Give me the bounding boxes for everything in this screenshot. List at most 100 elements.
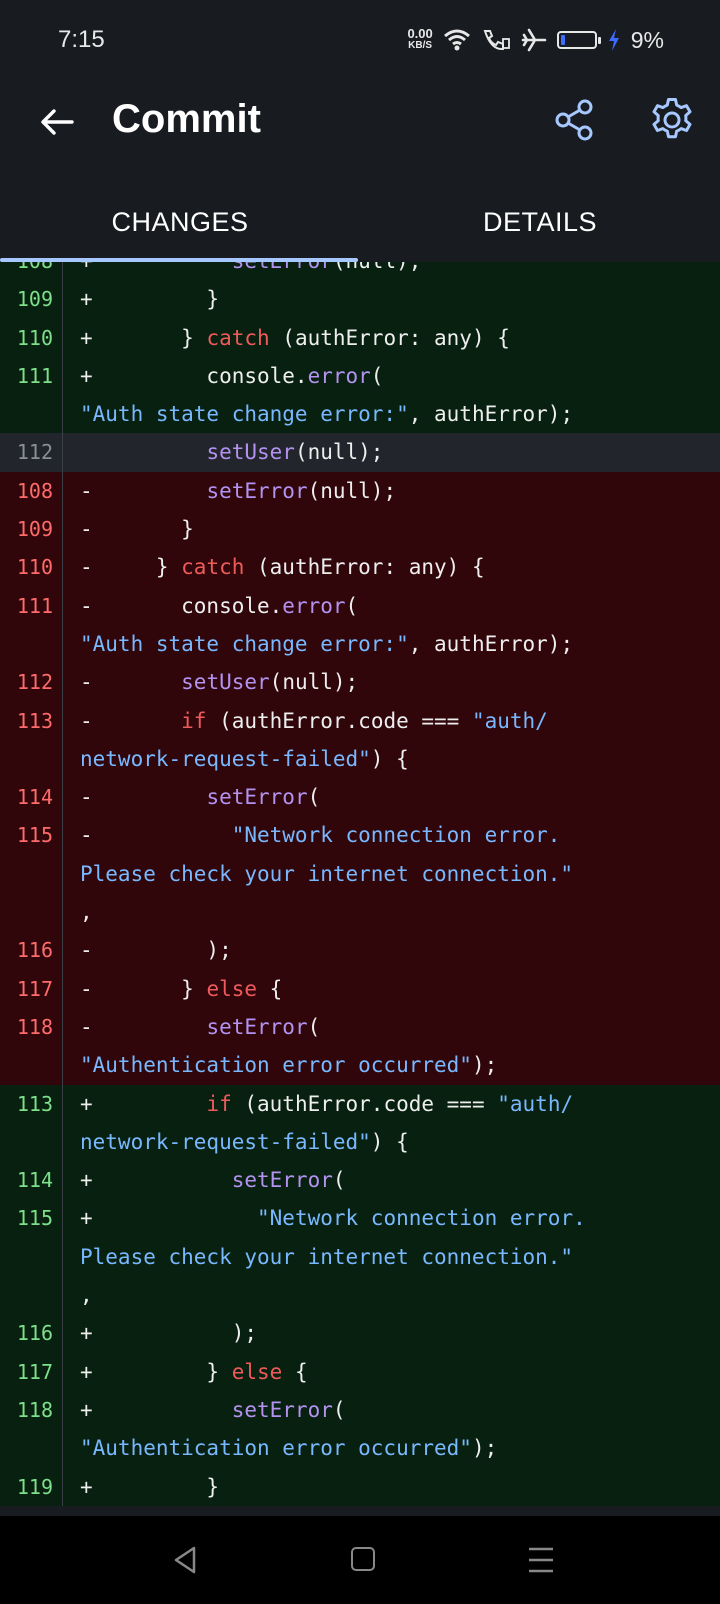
line-number: 117 bbox=[0, 969, 63, 1008]
diff-line-added: 111 + console.error( bbox=[0, 356, 720, 396]
page-title: Commit bbox=[112, 97, 261, 141]
tab-bar: CHANGES DETAILS bbox=[0, 172, 720, 262]
diff-line-removed: 112- setUser(null); bbox=[0, 663, 720, 702]
code-text: + setError(null); bbox=[63, 262, 421, 280]
code-text: - ); bbox=[63, 931, 232, 969]
code-token: , bbox=[80, 900, 93, 925]
code-token: catch bbox=[181, 555, 245, 580]
nav-back-icon[interactable] bbox=[172, 1544, 198, 1576]
status-icons: 0.00 KB/S 9% bbox=[407, 22, 664, 58]
battery-fill bbox=[560, 35, 565, 45]
code-token: (null); bbox=[333, 262, 422, 273]
code-text: + } bbox=[63, 1468, 219, 1506]
code-token: ); bbox=[471, 1436, 498, 1461]
code-text: + console.error( bbox=[63, 357, 383, 395]
share-icon[interactable] bbox=[553, 98, 597, 142]
status-time: 7:15 bbox=[58, 26, 105, 53]
line-number: 113 bbox=[0, 1084, 63, 1123]
line-number: 109 bbox=[0, 280, 63, 319]
diff-line-removed: 109 - } bbox=[0, 510, 720, 549]
diff-line-added: 116 + ); bbox=[0, 1314, 720, 1353]
tab-details[interactable]: DETAILS bbox=[360, 172, 720, 260]
diff-line-removed: 110- } catch (authError: any) { bbox=[0, 548, 720, 587]
code-text: , bbox=[63, 1276, 93, 1314]
code-token: Please check your internet connection." bbox=[80, 861, 574, 886]
code-token: - bbox=[80, 785, 207, 810]
code-text: "Auth state change error:", authError); bbox=[63, 625, 573, 663]
code-token: + bbox=[80, 1168, 232, 1193]
code-text: - setUser(null); bbox=[63, 663, 358, 701]
code-text: Please check your internet connection." bbox=[63, 855, 573, 893]
code-token: + bbox=[80, 1206, 258, 1231]
diff-line-added: 109 + } bbox=[0, 280, 720, 319]
code-token: - ); bbox=[80, 938, 232, 963]
code-token: "auth/ bbox=[471, 708, 548, 733]
code-token: setError bbox=[232, 262, 333, 273]
code-text: Please check your internet connection." bbox=[63, 1238, 573, 1276]
line-number bbox=[0, 1237, 63, 1277]
diff-line-added: 117 + } else { bbox=[0, 1352, 720, 1391]
diff-lines: 108+ setError(null);109+ }110+ } catch (… bbox=[0, 262, 720, 1506]
code-token: (authError.code === bbox=[206, 708, 472, 733]
code-token: "auth/ bbox=[497, 1091, 574, 1116]
code-token: "Auth state change error:" bbox=[80, 631, 409, 656]
line-number bbox=[0, 854, 63, 894]
code-text: , bbox=[63, 893, 93, 931]
code-token: - bbox=[80, 478, 207, 503]
code-text: network-request-failed") { bbox=[63, 740, 409, 778]
line-number: 119 bbox=[0, 1467, 63, 1506]
line-number: 109 bbox=[0, 510, 63, 549]
code-text: - "Network connection error. bbox=[63, 816, 560, 854]
code-token: ) { bbox=[370, 746, 409, 771]
back-arrow-icon[interactable] bbox=[36, 100, 80, 144]
diff-line-removed: 113- if (authError.code === "auth/ bbox=[0, 701, 720, 740]
line-number: 111 bbox=[0, 356, 63, 396]
code-token: ( bbox=[370, 363, 384, 388]
code-text: - setError(null); bbox=[63, 472, 396, 510]
diff-line-removed: 114- setError( bbox=[0, 778, 720, 817]
code-text: setUser(null); bbox=[63, 433, 383, 471]
code-token: setError bbox=[206, 785, 308, 810]
nav-recents-icon[interactable] bbox=[528, 1546, 554, 1574]
code-token: - bbox=[80, 670, 182, 695]
code-token: catch bbox=[206, 325, 270, 350]
code-token: + bbox=[80, 262, 232, 273]
code-text: + setError( bbox=[63, 1391, 346, 1429]
code-token: - } bbox=[80, 555, 182, 580]
code-text: - } catch (authError: any) { bbox=[63, 548, 485, 586]
code-token: + ); bbox=[80, 1321, 258, 1346]
code-text: + } else { bbox=[63, 1353, 308, 1391]
network-speed-unit: KB/S bbox=[408, 40, 433, 51]
diff-line-added: 118 + setError( bbox=[0, 1390, 720, 1430]
nav-home-icon[interactable] bbox=[351, 1547, 375, 1571]
code-token: + } bbox=[80, 1359, 232, 1384]
line-number bbox=[0, 739, 63, 779]
code-text: - setError( bbox=[63, 778, 320, 816]
code-token: - console. bbox=[80, 593, 283, 618]
diff-line-removed: , bbox=[0, 893, 720, 932]
battery-icon bbox=[556, 31, 601, 49]
diff-view[interactable]: 108+ setError(null);109+ }110+ } catch (… bbox=[0, 262, 720, 1516]
code-text: + setError( bbox=[63, 1161, 346, 1199]
code-token: setError bbox=[231, 1168, 333, 1193]
diff-line-removed: 116 - ); bbox=[0, 931, 720, 970]
diff-line-removed: 111- console.error( bbox=[0, 586, 720, 625]
code-token: { bbox=[257, 976, 283, 1001]
code-text: - } else { bbox=[63, 970, 282, 1008]
code-token: setError bbox=[231, 1397, 333, 1422]
code-text: - console.error( bbox=[63, 587, 358, 625]
gear-icon[interactable] bbox=[648, 96, 696, 144]
code-token: - } bbox=[80, 517, 194, 542]
diff-line-context: 112 setUser(null); bbox=[0, 433, 720, 472]
line-number: 118 bbox=[0, 1007, 63, 1047]
line-number: 118 bbox=[0, 1390, 63, 1430]
diff-line-added: 115 + "Network connection error. bbox=[0, 1199, 720, 1238]
diff-line-added: "Auth state change error:", authError); bbox=[0, 395, 720, 434]
code-token: network-request-failed" bbox=[80, 1129, 371, 1154]
line-number: 116 bbox=[0, 931, 63, 970]
code-text: network-request-failed") { bbox=[63, 1123, 409, 1161]
code-text: - if (authError.code === "auth/ bbox=[63, 702, 548, 740]
code-token: else bbox=[231, 1359, 283, 1384]
line-number: 112 bbox=[0, 663, 63, 702]
tab-changes[interactable]: CHANGES bbox=[0, 172, 360, 260]
